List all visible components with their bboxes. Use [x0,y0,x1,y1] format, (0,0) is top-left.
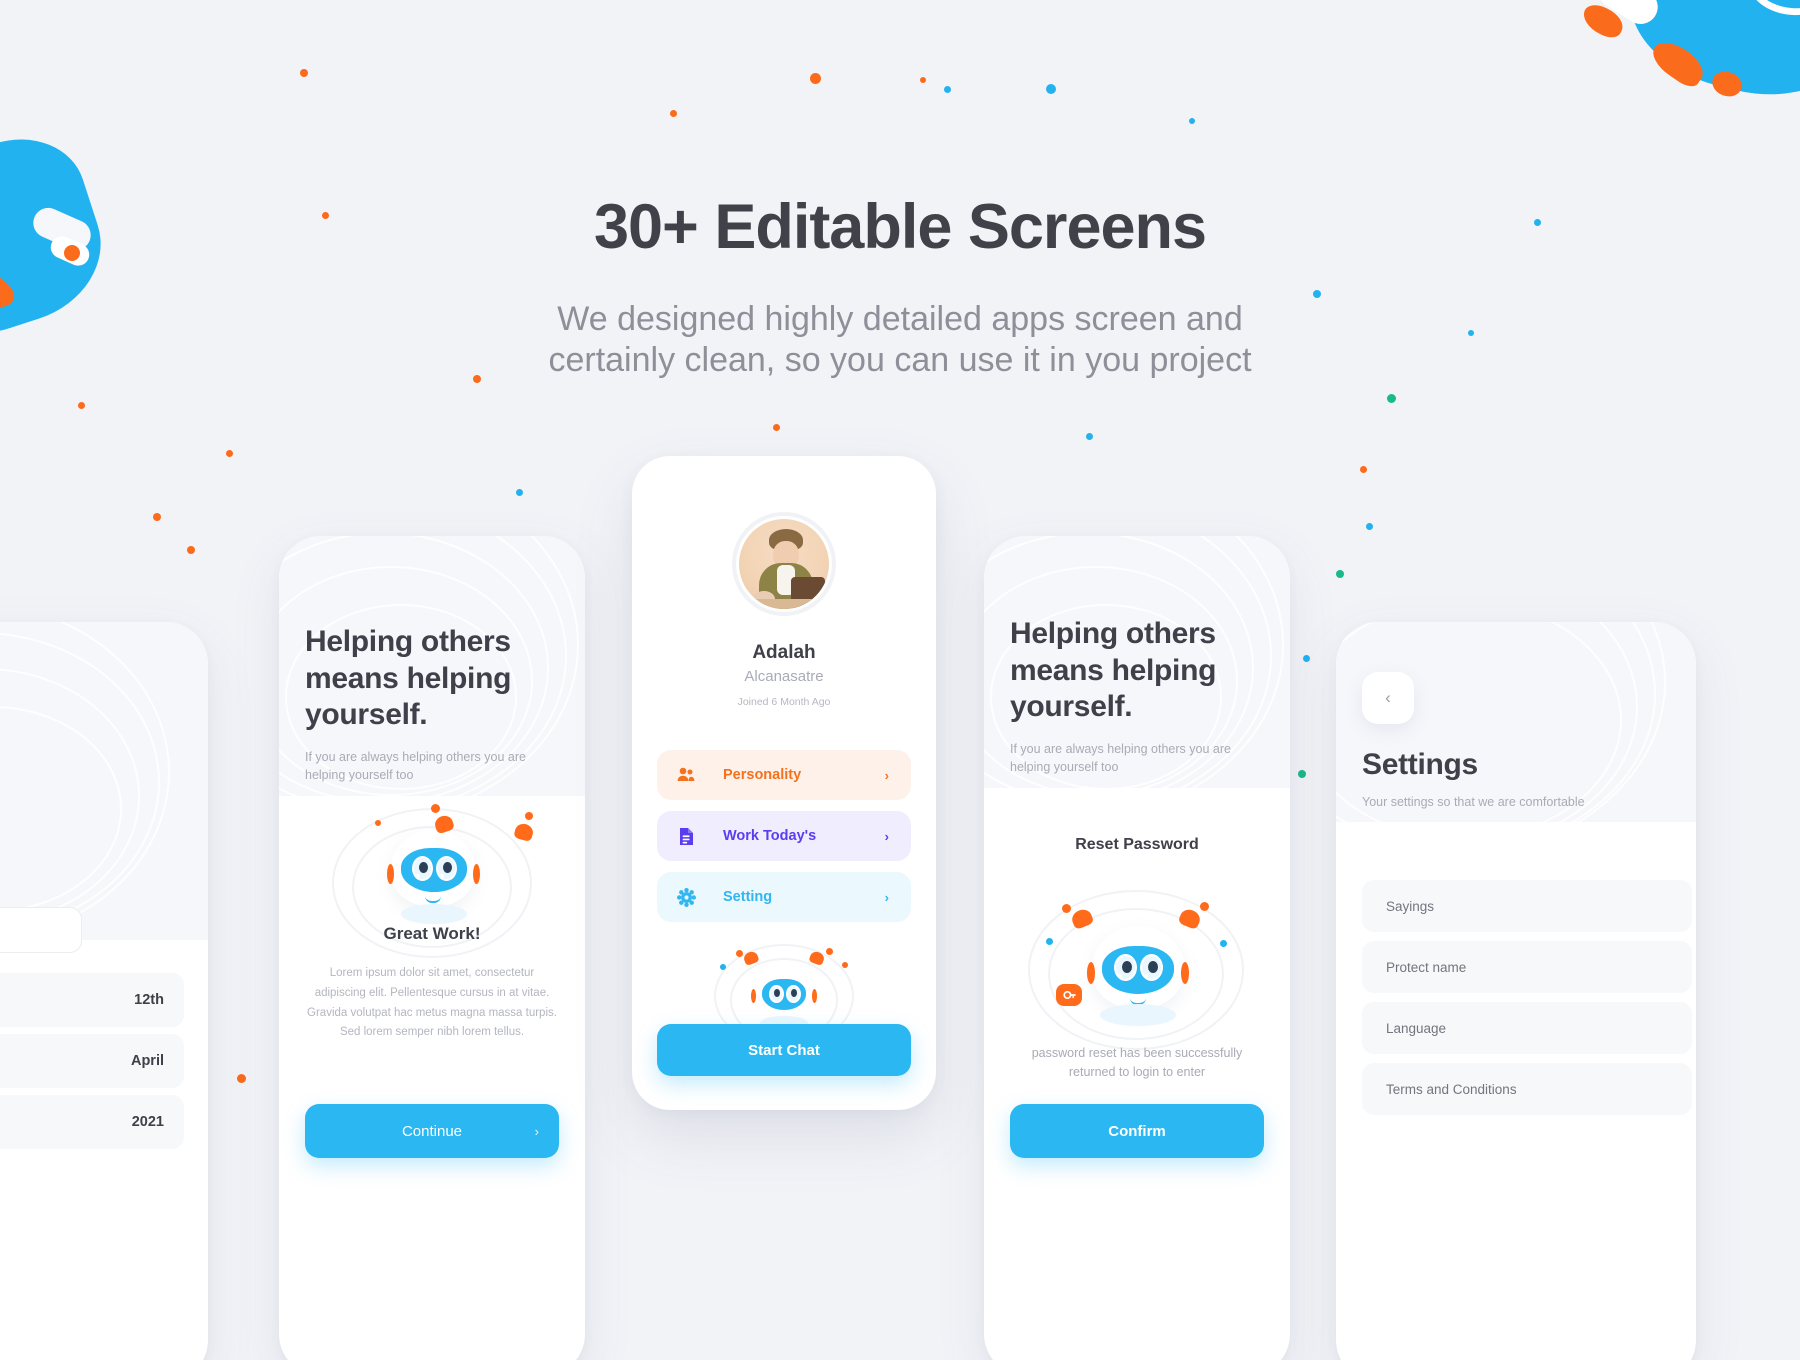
wishlist-row[interactable]: h April [0,1034,184,1088]
hero-section: 30+ Editable Screens We designed highly … [0,0,1800,382]
confetti-dot [322,212,329,219]
confetti-dot [1086,433,1093,440]
great-work-body-line-3: Gravida volutpat hac metus magna massa t… [307,1006,557,1019]
users-icon [675,764,697,786]
card-reset-subtitle: If you are always helping others you are… [1010,741,1231,774]
great-work-body-line-1: Lorem ipsum dolor sit amet, consectetur [329,967,535,979]
settings-title: Settings [1362,748,1478,781]
continue-button-label: Continue [401,1122,463,1140]
card-wishlist-title: e a wish list [0,752,172,789]
confetti-dot [153,513,161,521]
confetti-dot [810,73,821,84]
settings-item-sayings[interactable]: Sayings [1362,880,1692,932]
confetti-dot [1303,655,1310,662]
settings-subtitle: Your settings so that we are comfortable [1362,795,1585,809]
avatar-photo [739,519,829,609]
menu-item-setting[interactable]: Setting › [657,872,911,922]
reset-message-line-2: returned to login to enter [1068,1064,1206,1079]
confetti-dot [1298,770,1306,778]
confetti-dot [1387,394,1396,403]
row-value: April [130,1053,164,1069]
profile-name: Adalah [752,642,816,663]
robot-mascot-icon [984,880,1290,1050]
card-wishlist: e a wish list r job easier with our remi… [0,622,208,1360]
confetti-dot [1336,570,1344,578]
chevron-left-icon: ‹ [1385,688,1391,707]
confetti-dot [1360,466,1367,473]
chevron-right-icon: › [884,767,889,783]
reset-password-message: password reset has been successfully ret… [1014,1044,1260,1082]
confetti-dot [78,402,85,409]
profile-handle: Alcanasatre [744,668,824,685]
card-profile: Adalah Alcanasatre Joined 6 Month Ago Pe… [632,456,936,1110]
card-great-work-subtitle: If you are always helping others you are… [305,749,526,782]
settings-item-label: Language [1386,1020,1447,1036]
avatar [732,512,836,616]
row-value: 2021 [131,1114,164,1130]
confetti-dot [1046,84,1056,94]
confetti-dot [516,489,523,496]
chevron-right-icon: › [884,889,889,905]
confetti-dot [300,69,308,77]
settings-item-terms[interactable]: Terms and Conditions [1362,1063,1692,1115]
great-work-body-line-4: Sed lorem semper nibh lorem tellus. [339,1026,525,1039]
menu-item-personality[interactable]: Personality › [657,750,911,800]
back-button[interactable]: ‹ [1362,672,1414,724]
start-chat-button-label: Start Chat [748,1041,820,1059]
settings-item-label: Terms and Conditions [1386,1081,1517,1097]
chevron-right-icon: › [884,828,889,844]
confetti-dot [1534,219,1541,226]
settings-item-language[interactable]: Language [1362,1002,1692,1054]
wishlist-row[interactable]: s 2021 [0,1095,184,1149]
confetti-dot [187,546,195,554]
document-icon [675,825,697,847]
profile-joined: Joined 6 Month Ago [737,696,831,708]
menu-item-label: Personality [723,767,802,783]
confetti-dot [920,77,926,83]
reset-message-line-1: password reset has been successfully [1031,1046,1243,1060]
start-chat-button[interactable]: Start Chat [657,1024,911,1076]
card-wishlist-subtitle: r job easier with our reminders [0,804,164,822]
confetti-dot [1468,330,1474,336]
hero-subtitle: We designed highly detailed apps screen … [0,299,1800,382]
confetti-dot [1366,523,1373,530]
lock-icon [1056,984,1082,1006]
menu-item-label: Work Today's [723,828,817,844]
continue-button[interactable]: Continue › [305,1104,559,1158]
row-value: 12th [134,992,164,1008]
card-great-work-heading: Great Work! [383,924,481,943]
hero-subtitle-line-2: certainly clean, so you can use it in yo… [548,341,1252,380]
card-great-work: Helping others means helping yourself. I… [279,536,585,1360]
card-reset-password: Helping others means helping yourself. I… [984,536,1290,1360]
card-settings: ‹ Settings Your settings so that we are … [1336,622,1696,1360]
reset-password-heading: Reset Password [1075,836,1199,853]
page-root: 30+ Editable Screens We designed highly … [0,0,1800,1360]
confetti-dot [1313,290,1321,298]
date-input[interactable]: tt/mm/yy [0,907,82,953]
confetti-dot [473,375,481,383]
confirm-button[interactable]: Confirm [1010,1104,1264,1158]
confetti-dot [226,450,233,457]
chevron-right-icon: › [534,1123,539,1139]
wishlist-row[interactable]: 12th [0,973,184,1027]
card-reset-title: Helping others means helping yourself. [1010,617,1217,724]
robot-mascot-icon [279,804,585,958]
settings-item-label: Protect name [1386,959,1467,975]
confetti-dot [944,86,951,93]
great-work-body-line-2: adipiscing elit. Pellentesque cursus in … [314,986,550,999]
page-title: 30+ Editable Screens [593,192,1207,262]
card-great-work-title: Helping others means helping yourself. [305,625,512,732]
menu-item-label: Setting [723,889,773,905]
confetti-dot [237,1074,246,1083]
gear-icon [675,886,697,908]
settings-item-label: Sayings [1386,898,1435,914]
hero-subtitle-line-1: We designed highly detailed apps screen … [557,300,1243,338]
confirm-button-label: Confirm [1108,1122,1166,1140]
settings-item-protect-name[interactable]: Protect name [1362,941,1692,993]
menu-item-work-today[interactable]: Work Today's › [657,811,911,861]
confetti-dot [1189,118,1195,124]
confetti-dot [670,110,677,117]
confetti-dot [773,424,780,431]
